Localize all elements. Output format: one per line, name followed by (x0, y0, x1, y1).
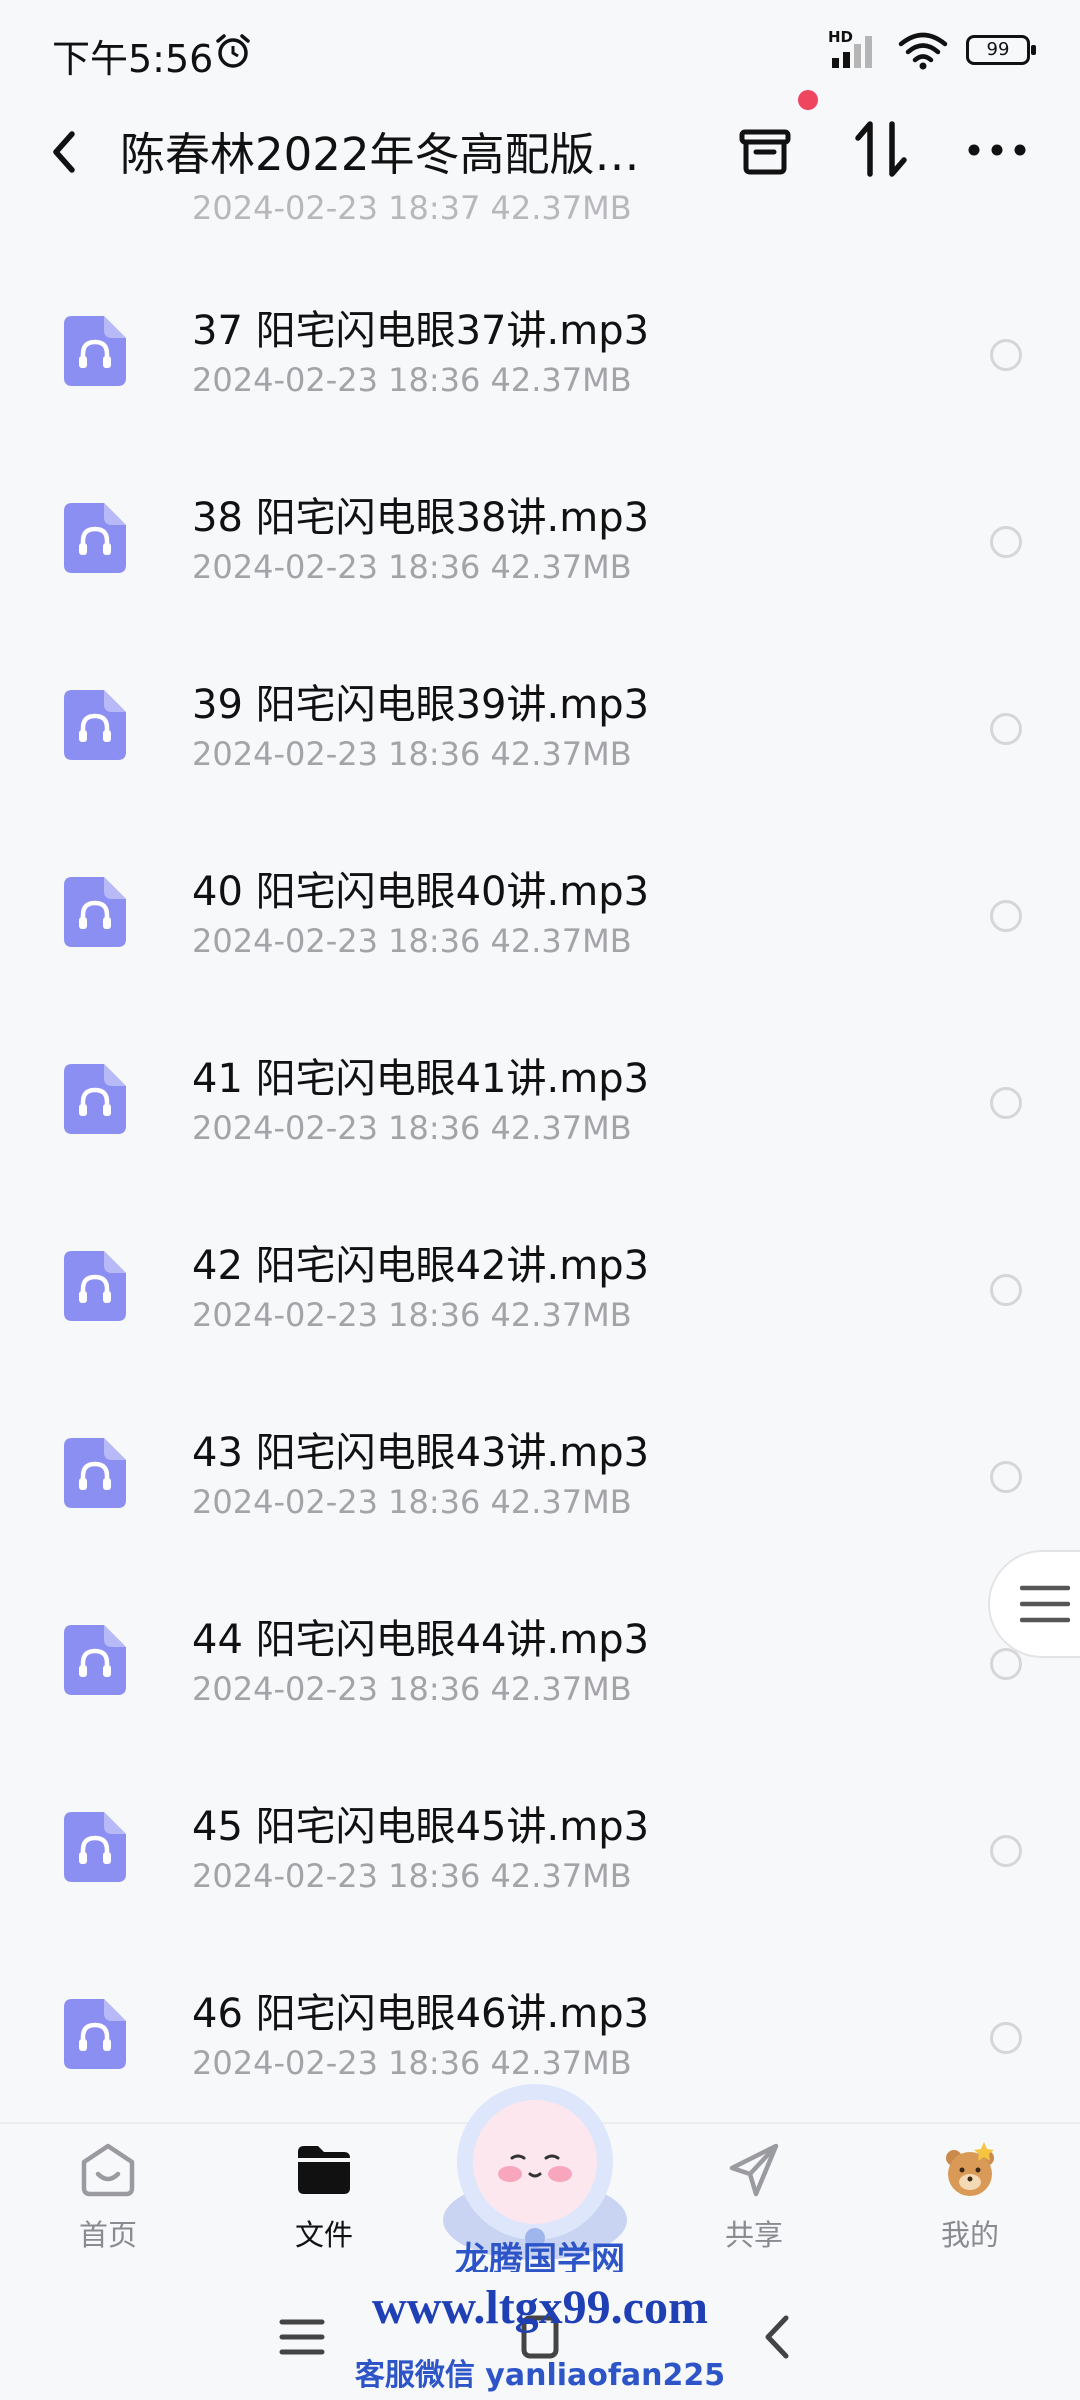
more-options-button[interactable] (962, 114, 1032, 184)
recycle-bin-button[interactable] (730, 114, 800, 184)
file-meta: 2024-02-23 18:36 42.37MB (192, 1857, 632, 1895)
file-row[interactable]: 39 阳宅闪电眼39讲.mp3 2024-02-23 18:36 42.37MB (0, 630, 1080, 817)
status-bar: 下午5:56 HD 99 (0, 0, 1080, 100)
audio-file-icon (64, 1812, 126, 1882)
menu-lines-icon (1020, 1585, 1070, 1623)
select-checkbox[interactable] (990, 900, 1022, 932)
file-name: 46 阳宅闪电眼46讲.mp3 (192, 1991, 650, 2037)
file-meta: 2024-02-23 18:36 42.37MB (192, 1483, 632, 1521)
profile-icon (946, 2142, 994, 2196)
audio-file-icon (64, 503, 126, 573)
audio-file-icon (64, 1438, 126, 1508)
audio-file-icon (64, 316, 126, 386)
file-list: 37 阳宅闪电眼37讲.mp3 2024-02-23 18:36 42.37MB… (0, 256, 1080, 2126)
select-checkbox[interactable] (990, 713, 1022, 745)
alarm-icon (216, 34, 250, 68)
file-name: 43 阳宅闪电眼43讲.mp3 (192, 1430, 650, 1476)
notification-dot (798, 90, 818, 110)
select-checkbox[interactable] (990, 1648, 1022, 1680)
file-row[interactable]: 37 阳宅闪电眼37讲.mp3 2024-02-23 18:36 42.37MB (0, 256, 1080, 443)
select-checkbox[interactable] (990, 339, 1022, 371)
file-name: 44 阳宅闪电眼44讲.mp3 (192, 1617, 650, 1663)
battery-level: 99 (986, 39, 1010, 60)
status-icons: HD 99 (828, 28, 1036, 70)
share-icon (729, 2143, 779, 2197)
watermark-url: www.ltgx99.com (372, 2281, 708, 2334)
signal-icon: HD (828, 28, 880, 70)
audio-file-icon (64, 1251, 126, 1321)
select-checkbox[interactable] (990, 1087, 1022, 1119)
audio-file-icon (64, 1999, 126, 2069)
home-icon (81, 2143, 135, 2197)
file-meta: 2024-02-23 18:36 42.37MB (192, 922, 632, 960)
file-meta: 2024-02-23 18:36 42.37MB (192, 1109, 632, 1147)
file-row[interactable]: 41 阳宅闪电眼41讲.mp3 2024-02-23 18:36 42.37MB (0, 1004, 1080, 1191)
file-row[interactable]: 42 阳宅闪电眼42讲.mp3 2024-02-23 18:36 42.37MB (0, 1191, 1080, 1378)
file-name: 42 阳宅闪电眼42讲.mp3 (192, 1243, 650, 1289)
file-row[interactable]: 44 阳宅闪电眼44讲.mp3 2024-02-23 18:36 42.37MB (0, 1565, 1080, 1752)
select-checkbox[interactable] (990, 2022, 1022, 2054)
select-checkbox[interactable] (990, 1461, 1022, 1493)
partial-file-meta: 2024-02-23 18:37 42.37MB (192, 194, 632, 226)
file-name: 45 阳宅闪电眼45讲.mp3 (192, 1804, 650, 1850)
file-row[interactable]: 38 阳宅闪电眼38讲.mp3 2024-02-23 18:36 42.37MB (0, 443, 1080, 630)
audio-file-icon (64, 1064, 126, 1134)
audio-file-icon (64, 1625, 126, 1695)
file-name: 37 阳宅闪电眼37讲.mp3 (192, 308, 650, 354)
sort-button[interactable] (846, 114, 916, 184)
audio-file-icon (64, 877, 126, 947)
select-checkbox[interactable] (990, 1835, 1022, 1867)
audio-file-icon (64, 690, 126, 760)
wifi-icon (898, 32, 948, 70)
select-checkbox[interactable] (990, 1274, 1022, 1306)
file-name: 41 阳宅闪电眼41讲.mp3 (192, 1056, 650, 1102)
file-name: 39 阳宅闪电眼39讲.mp3 (192, 682, 650, 728)
file-meta: 2024-02-23 18:36 42.37MB (192, 1670, 632, 1708)
file-row[interactable]: 43 阳宅闪电眼43讲.mp3 2024-02-23 18:36 42.37MB (0, 1378, 1080, 1565)
file-meta: 2024-02-23 18:36 42.37MB (192, 361, 632, 399)
file-meta: 2024-02-23 18:36 42.37MB (192, 1296, 632, 1334)
select-checkbox[interactable] (990, 526, 1022, 558)
watermark-contact: 客服微信 yanliaofan225 (354, 2358, 726, 2393)
file-row[interactable]: 40 阳宅闪电眼40讲.mp3 2024-02-23 18:36 42.37MB (0, 817, 1080, 1004)
file-meta: 2024-02-23 18:36 42.37MB (192, 735, 632, 773)
file-name: 38 阳宅闪电眼38讲.mp3 (192, 495, 650, 541)
folder-title: 陈春林2022年冬高配版… (120, 128, 640, 181)
file-meta: 2024-02-23 18:36 42.37MB (192, 548, 632, 586)
back-button[interactable] (40, 122, 90, 182)
file-row[interactable]: 45 阳宅闪电眼45讲.mp3 2024-02-23 18:36 42.37MB (0, 1752, 1080, 1939)
file-name: 40 阳宅闪电眼40讲.mp3 (192, 869, 650, 915)
status-time: 下午5:56 (52, 37, 214, 81)
battery-icon: 99 (966, 35, 1036, 65)
folder-icon (298, 2146, 350, 2194)
